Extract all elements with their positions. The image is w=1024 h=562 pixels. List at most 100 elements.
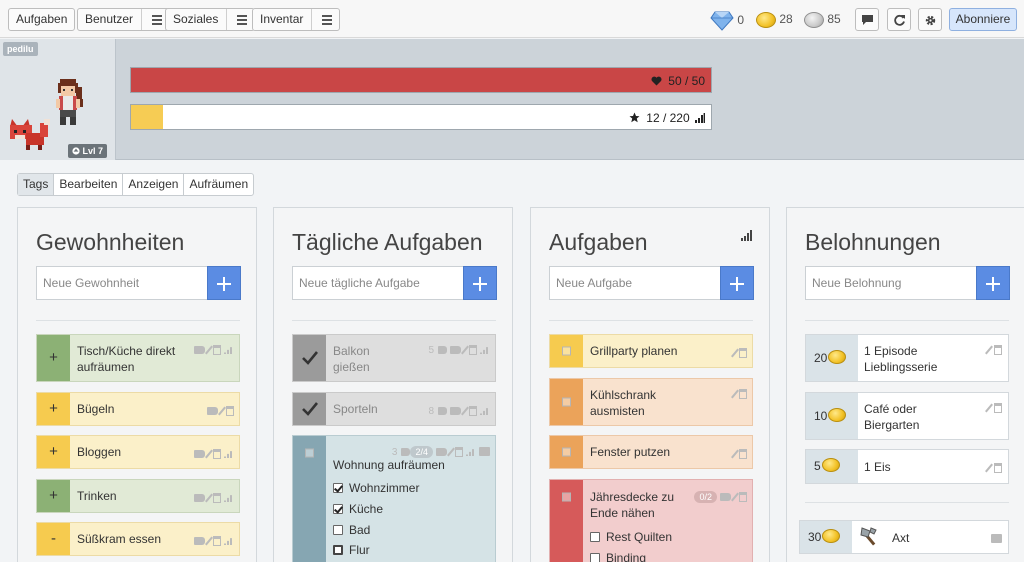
edit-icon[interactable] xyxy=(205,536,213,546)
checklist-item[interactable]: Rest Quilten xyxy=(590,530,672,544)
add-habit-button[interactable] xyxy=(207,266,241,300)
comment-icon[interactable] xyxy=(991,534,1002,544)
settings-button[interactable] xyxy=(918,8,942,31)
nav-social-button[interactable]: Soziales xyxy=(165,8,256,31)
edit-icon[interactable] xyxy=(205,493,213,503)
habit-item[interactable]: + Bloggen xyxy=(36,435,240,469)
trash-icon[interactable] xyxy=(213,535,221,546)
tag-icon[interactable] xyxy=(450,345,461,354)
habit-item[interactable]: + Trinken xyxy=(36,479,240,513)
trash-icon[interactable] xyxy=(739,491,747,502)
tags-button[interactable]: Tags xyxy=(18,174,55,195)
trash-icon[interactable] xyxy=(994,344,1002,355)
checklist-item[interactable]: Wohnzimmer xyxy=(333,481,419,495)
stats-icon[interactable] xyxy=(224,495,234,503)
comment-icon[interactable] xyxy=(479,447,490,457)
trash-icon[interactable] xyxy=(455,446,463,457)
habit-plus-button[interactable]: + xyxy=(37,480,70,512)
todo-checkbox[interactable] xyxy=(550,379,583,425)
checklist-progress[interactable]: 0/2 xyxy=(694,490,717,503)
gems-counter[interactable]: 0 xyxy=(710,11,744,31)
habit-item[interactable]: + Tisch/Küche direkt aufräumen xyxy=(36,334,240,382)
edit-icon[interactable] xyxy=(731,449,739,459)
edit-icon[interactable] xyxy=(461,345,469,355)
reward-item[interactable]: 5 1 Eis xyxy=(805,449,1009,484)
habit-plus-button[interactable]: + xyxy=(37,436,70,468)
todo-item[interactable]: Fenster putzen xyxy=(549,435,753,469)
todo-item[interactable]: Grillparty planen xyxy=(549,334,753,368)
trash-icon[interactable] xyxy=(739,448,747,459)
edit-icon[interactable] xyxy=(205,345,213,355)
tag-icon[interactable] xyxy=(720,492,731,501)
todo-checkbox[interactable] xyxy=(550,436,583,468)
daily-item[interactable]: Sporteln 8 xyxy=(292,392,496,426)
tag-icon[interactable] xyxy=(207,406,218,415)
trash-icon[interactable] xyxy=(739,388,747,399)
reward-item[interactable]: 20 1 Episode Lieblingsserie xyxy=(805,334,1009,382)
edit-icon[interactable] xyxy=(985,403,993,413)
cleanup-button[interactable]: Aufräumen xyxy=(184,174,253,195)
tag-icon[interactable] xyxy=(194,449,205,458)
subscribe-button[interactable]: Abonniere xyxy=(949,8,1017,31)
daily-checkbox[interactable] xyxy=(293,335,326,381)
sort-bars-icon[interactable] xyxy=(741,230,753,241)
stats-icon[interactable] xyxy=(224,538,234,546)
todo-item[interactable]: Kühlschrank ausmisten xyxy=(549,378,753,426)
checklist-item[interactable]: Bad xyxy=(333,523,370,537)
edit-icon[interactable] xyxy=(218,406,226,416)
habit-plus-button[interactable]: + xyxy=(37,393,70,425)
add-todo-button[interactable] xyxy=(720,266,754,300)
new-reward-input[interactable] xyxy=(805,266,976,300)
edit-icon[interactable] xyxy=(985,463,993,473)
edit-icon[interactable] xyxy=(731,492,739,502)
add-daily-button[interactable] xyxy=(463,266,497,300)
edit-icon[interactable] xyxy=(731,389,739,399)
checklist-checkbox[interactable] xyxy=(590,532,600,542)
view-button[interactable]: Anzeigen xyxy=(123,174,185,195)
trash-icon[interactable] xyxy=(213,492,221,503)
shop-item[interactable]: 30 Axt xyxy=(799,520,1009,554)
checklist-checkbox[interactable] xyxy=(590,553,600,562)
edit-icon[interactable] xyxy=(461,406,469,416)
trash-icon[interactable] xyxy=(213,344,221,355)
checklist-item[interactable]: Binding xyxy=(590,551,646,562)
edit-icon[interactable] xyxy=(731,348,739,358)
habit-item[interactable]: - Süßkram essen xyxy=(36,522,240,556)
edit-icon[interactable] xyxy=(205,449,213,459)
new-daily-input[interactable] xyxy=(292,266,463,300)
tag-icon[interactable] xyxy=(194,345,205,354)
edit-icon[interactable] xyxy=(447,447,455,457)
sync-button[interactable] xyxy=(887,8,911,31)
tag-icon[interactable] xyxy=(194,493,205,502)
trash-icon[interactable] xyxy=(994,462,1002,473)
checklist-checkbox[interactable] xyxy=(333,483,343,493)
reward-item[interactable]: 10 Café oder Biergarten xyxy=(805,392,1009,440)
edit-icon[interactable] xyxy=(985,345,993,355)
reward-buy-button[interactable]: 5 xyxy=(806,450,858,483)
add-reward-button[interactable] xyxy=(976,266,1010,300)
tag-icon[interactable] xyxy=(450,406,461,415)
nav-user-button[interactable]: Benutzer xyxy=(77,8,171,31)
daily-item[interactable]: 3 2/4 Wohnung aufräumen Wohnzimmer Küche … xyxy=(292,435,496,562)
new-habit-input[interactable] xyxy=(36,266,207,300)
trash-icon[interactable] xyxy=(469,405,477,416)
checklist-item[interactable]: Küche xyxy=(333,502,383,516)
nav-inventory-button[interactable]: Inventar xyxy=(252,8,341,31)
todo-checkbox[interactable] xyxy=(550,335,583,367)
todo-checkbox[interactable] xyxy=(550,480,583,562)
avatar[interactable]: pedilu Lvl 7 xyxy=(0,39,116,160)
tag-icon[interactable] xyxy=(194,536,205,545)
checklist-item[interactable]: Flur xyxy=(333,543,370,557)
new-todo-input[interactable] xyxy=(549,266,720,300)
trash-icon[interactable] xyxy=(226,405,234,416)
todo-item[interactable]: Jähresdecke zu Ende nähen 0/2 Rest Quilt… xyxy=(549,479,753,562)
reward-buy-button[interactable]: 20 xyxy=(806,335,858,381)
trash-icon[interactable] xyxy=(213,448,221,459)
checklist-checkbox[interactable] xyxy=(333,545,343,555)
edit-button[interactable]: Bearbeiten xyxy=(54,174,124,195)
stats-icon[interactable] xyxy=(224,347,234,355)
stats-icon[interactable] xyxy=(480,408,490,416)
stats-icon[interactable] xyxy=(480,347,490,355)
chat-button[interactable] xyxy=(855,8,879,31)
stats-icon[interactable] xyxy=(224,451,234,459)
